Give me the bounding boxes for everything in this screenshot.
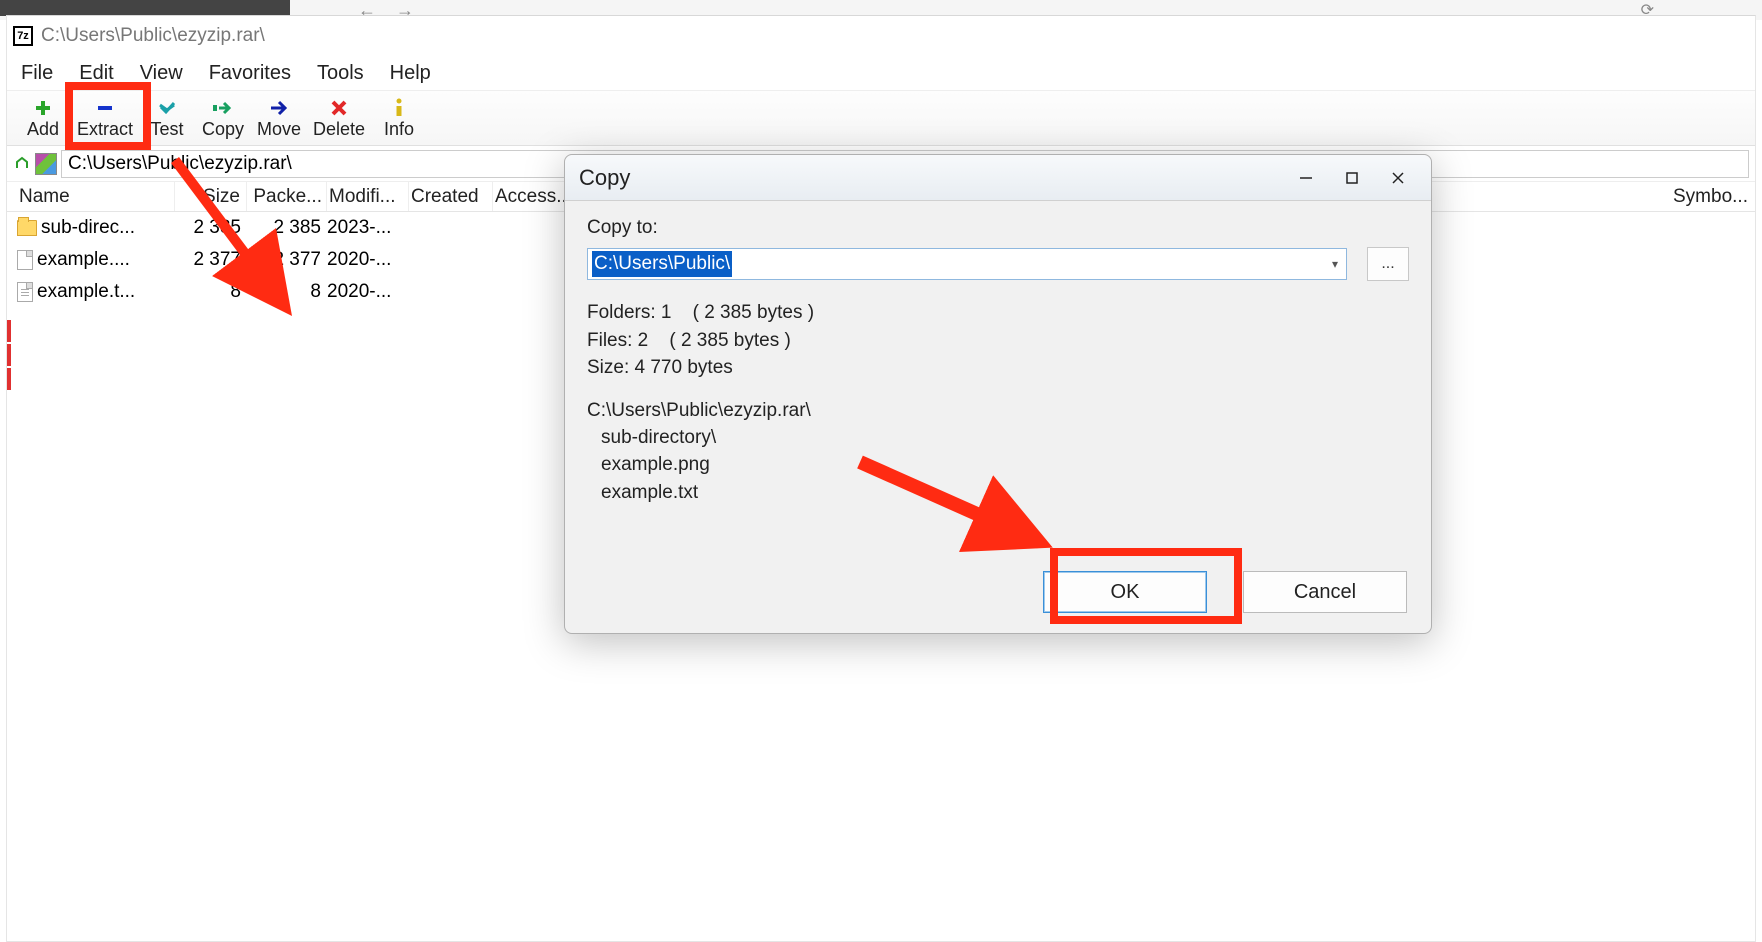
titlebar-path: C:\Users\Public\ezyzip.rar\ xyxy=(41,25,265,47)
tool-label: Add xyxy=(27,119,59,140)
file-modified: 2020-... xyxy=(327,281,409,303)
info-icon xyxy=(392,99,406,117)
chevron-down-icon: ▾ xyxy=(1332,257,1338,271)
file-size: 2 385 xyxy=(175,217,247,239)
x-icon xyxy=(331,99,347,117)
extract-button[interactable]: Extract xyxy=(71,93,139,145)
file-size: 8 xyxy=(175,281,247,303)
file-name: example.... xyxy=(37,249,130,271)
file-packed: 2 377 xyxy=(247,249,327,271)
file-modified: 2023-... xyxy=(327,217,409,239)
file-packed: 2 385 xyxy=(247,217,327,239)
toolbar: Add Extract Test Copy Move Delete Info xyxy=(7,90,1755,146)
minimize-button[interactable] xyxy=(1283,160,1329,196)
tool-label: Copy xyxy=(202,119,244,140)
copy-to-combo[interactable]: C:\Users\Public\ ▾ xyxy=(587,248,1347,280)
tool-label: Delete xyxy=(313,119,365,140)
check-icon xyxy=(158,99,176,117)
plus-icon xyxy=(34,99,52,117)
titlebar: 7z C:\Users\Public\ezyzip.rar\ xyxy=(7,16,1755,56)
text-file-icon xyxy=(17,282,33,302)
menu-tools[interactable]: Tools xyxy=(317,62,364,85)
file-name: sub-direc... xyxy=(41,217,135,239)
browse-button[interactable]: ... xyxy=(1367,247,1409,281)
copy-dialog: Copy Copy to: C:\Users\Public\ ▾ ... Fol… xyxy=(564,154,1432,634)
add-button[interactable]: Add xyxy=(15,93,71,145)
menu-favorites[interactable]: Favorites xyxy=(209,62,291,85)
file-icon xyxy=(17,250,33,270)
dialog-body: Copy to: C:\Users\Public\ ▾ ... Folders:… xyxy=(565,201,1431,633)
test-button[interactable]: Test xyxy=(139,93,195,145)
dialog-titlebar: Copy xyxy=(565,155,1431,201)
tool-label: Extract xyxy=(77,119,133,140)
move-button[interactable]: Move xyxy=(251,93,307,145)
tool-label: Info xyxy=(384,119,414,140)
menu-help[interactable]: Help xyxy=(390,62,431,85)
col-name[interactable]: Name xyxy=(17,182,175,211)
file-packed: 8 xyxy=(247,281,327,303)
source-path: C:\Users\Public\ezyzip.rar\ xyxy=(587,400,1409,422)
list-item: example.txt xyxy=(601,479,1409,507)
menu-file[interactable]: File xyxy=(21,62,53,85)
menu-view[interactable]: View xyxy=(140,62,183,85)
copy-button[interactable]: Copy xyxy=(195,93,251,145)
list-item: example.png xyxy=(601,451,1409,479)
up-icon[interactable] xyxy=(13,155,31,173)
archive-icon xyxy=(35,153,57,175)
col-packed[interactable]: Packe... xyxy=(247,182,327,211)
file-name: example.t... xyxy=(37,281,135,303)
copy-to-path: C:\Users\Public\ xyxy=(592,251,732,277)
delete-button[interactable]: Delete xyxy=(307,93,371,145)
tool-label: Test xyxy=(151,119,184,140)
copy-stats: Folders: 1 ( 2 385 bytes ) Files: 2 ( 2 … xyxy=(587,299,1409,382)
minus-icon xyxy=(96,99,114,117)
col-symbolic[interactable]: Symbo... xyxy=(1671,182,1755,211)
items-list: sub-directory\example.pngexample.txt xyxy=(587,424,1409,507)
app-icon: 7z xyxy=(13,26,33,46)
file-size: 2 377 xyxy=(175,249,247,271)
col-modified[interactable]: Modifi... xyxy=(327,182,409,211)
info-button[interactable]: Info xyxy=(371,93,427,145)
col-size[interactable]: Size xyxy=(175,182,247,211)
close-button[interactable] xyxy=(1375,160,1421,196)
dialog-title: Copy xyxy=(579,165,1283,191)
cancel-button[interactable]: Cancel xyxy=(1243,571,1407,613)
arrow-right-g-icon xyxy=(213,99,233,117)
copy-to-label: Copy to: xyxy=(587,217,1409,239)
menu-edit[interactable]: Edit xyxy=(79,62,113,85)
tool-label: Move xyxy=(257,119,301,140)
maximize-button[interactable] xyxy=(1329,160,1375,196)
col-created[interactable]: Created xyxy=(409,182,493,211)
arrow-right-icon xyxy=(269,99,289,117)
file-modified: 2020-... xyxy=(327,249,409,271)
ok-button[interactable]: OK xyxy=(1043,571,1207,613)
folder-icon xyxy=(17,220,37,236)
list-item: sub-directory\ xyxy=(601,424,1409,452)
menubar: File Edit View Favorites Tools Help xyxy=(7,56,1755,90)
